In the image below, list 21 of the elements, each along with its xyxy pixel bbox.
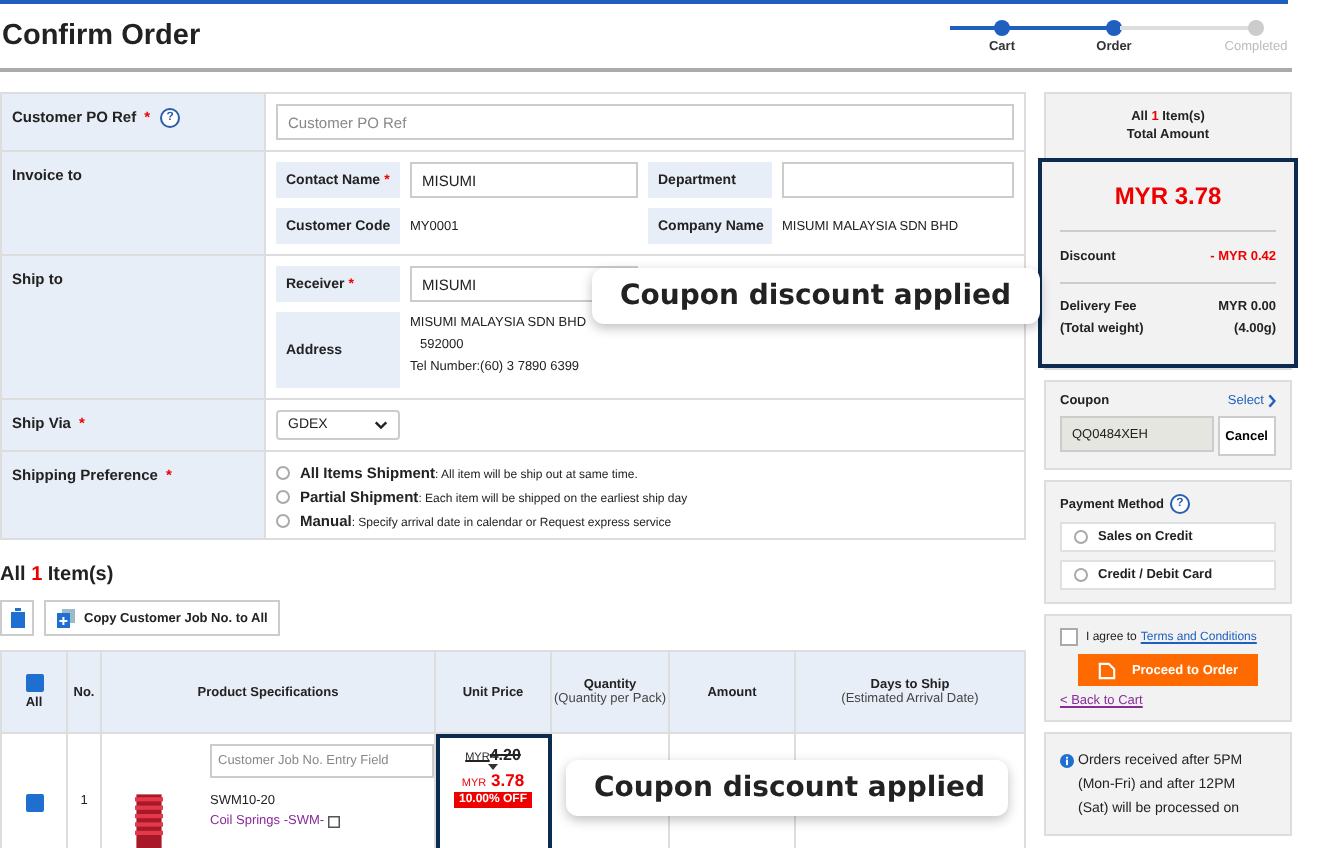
delete-button[interactable]	[0, 600, 34, 636]
document-icon	[1097, 661, 1116, 679]
page-title: Confirm Order	[2, 20, 201, 52]
trash-icon	[9, 608, 25, 628]
total-amount: MYR 3.78	[1060, 182, 1276, 232]
radio-button[interactable]	[276, 466, 290, 480]
copy-icon	[56, 608, 76, 628]
checkbox[interactable]	[25, 794, 43, 812]
chevron-down-icon	[374, 420, 388, 430]
checkbox[interactable]	[25, 674, 43, 692]
radio-button[interactable]	[276, 490, 290, 504]
checkbox[interactable]	[1060, 628, 1078, 646]
arrow-icon	[488, 764, 498, 770]
info-icon	[1060, 754, 1074, 768]
coupon-tooltip: Coupon discount applied	[592, 268, 1040, 324]
radio-button[interactable]	[276, 514, 290, 528]
department-field[interactable]	[782, 162, 1014, 198]
coupon-tooltip: Coupon discount applied	[566, 760, 1008, 816]
chevron-right-icon	[1268, 394, 1276, 408]
items-heading: All 1 Item(s)	[0, 564, 116, 586]
external-link-icon	[328, 815, 341, 827]
